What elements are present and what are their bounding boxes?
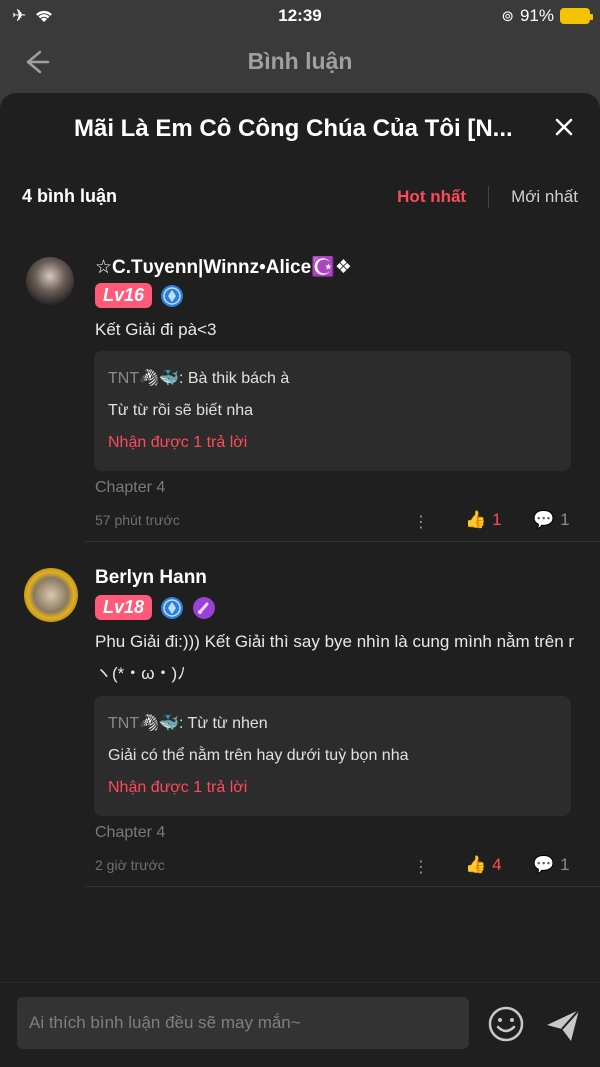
battery-percent: 91% <box>519 6 554 25</box>
reply-button[interactable]: 💬 1 <box>533 855 570 875</box>
view-replies-link[interactable]: Nhận được 1 trả lời <box>108 427 557 459</box>
reply-text: : Bà thik bách à <box>178 370 290 387</box>
comment-meta: 2 giờ trước ⋮ 👍 4 💬 1 <box>95 855 570 876</box>
badge-row: Lv18 <box>95 595 216 620</box>
page-title: Bình luận <box>247 48 353 74</box>
reply-text: : Từ từ nhen <box>178 715 268 732</box>
battery-icon <box>560 8 593 24</box>
sort-tabs: Hot nhất Mới nhất <box>397 186 578 208</box>
reply-preview[interactable]: TNT🦓🐳: Từ từ nhen Giải có thể nằm trên h… <box>94 696 571 816</box>
comments-sheet: Mãi Là Em Cô Công Chúa Của Tôi [N... 4 b… <box>0 93 600 1067</box>
close-icon[interactable] <box>550 113 578 141</box>
reply-preview[interactable]: TNT🦓🐳: Bà thik bách à Từ từ rồi sẽ biết … <box>94 351 571 471</box>
sort-new-tab[interactable]: Mới nhất <box>511 187 578 207</box>
chapter-label: Chapter 4 <box>95 824 166 841</box>
avatar[interactable] <box>24 568 78 622</box>
diamond-badge-icon <box>161 596 184 619</box>
level-badge: Lv16 <box>95 283 153 308</box>
avatar[interactable] <box>26 257 74 305</box>
thumbs-up-icon: 👍 <box>465 510 487 529</box>
comment-input-bar: Ai thích bình luận đều sẽ may mắn~ <box>0 982 600 1067</box>
comment-text: Phu Giải đi:))) Kết Giải thì say bye nhì… <box>95 632 575 683</box>
reply-count: 1 <box>560 855 570 874</box>
like-count: 1 <box>492 510 502 529</box>
level-badge: Lv18 <box>95 595 153 620</box>
emoji-icon[interactable] <box>487 1005 525 1043</box>
like-button[interactable]: 👍 4 <box>465 855 502 875</box>
send-icon[interactable] <box>543 1005 583 1045</box>
like-button[interactable]: 👍 1 <box>465 510 502 530</box>
sheet-title: Mãi Là Em Cô Công Chúa Của Tôi [N... <box>74 115 513 142</box>
reply-author: TNT🦓🐳 <box>108 370 179 387</box>
orientation-lock-icon: ⊚ <box>501 8 514 25</box>
more-options-icon[interactable]: ⋮ <box>413 857 429 877</box>
comment-author[interactable]: Berlyn Hann <box>95 567 207 589</box>
reply-text-line: Từ từ rồi sẽ biết nha <box>108 402 254 419</box>
comment-time: 57 phút trước <box>95 512 180 528</box>
nav-bar: Bình luận <box>0 32 600 90</box>
chapter-label: Chapter 4 <box>95 479 166 496</box>
comment-divider <box>85 541 600 542</box>
reply-button[interactable]: 💬 1 <box>533 510 570 530</box>
reply-count: 1 <box>560 510 570 529</box>
sort-divider <box>488 186 490 208</box>
more-options-icon[interactable]: ⋮ <box>413 512 429 532</box>
comment-count: 4 bình luận <box>22 186 118 206</box>
comment-bubble-icon: 💬 <box>533 510 555 529</box>
thumbs-up-icon: 👍 <box>465 855 487 874</box>
comment-input[interactable]: Ai thích bình luận đều sẽ may mắn~ <box>17 997 469 1049</box>
reply-author: TNT🦓🐳 <box>108 715 179 732</box>
comment-time: 2 giờ trước <box>95 857 165 873</box>
diamond-badge-icon <box>161 284 184 307</box>
status-bar: ✈ 12:39 ⊚ 91% <box>0 0 600 32</box>
sort-hot-tab[interactable]: Hot nhất <box>397 187 466 207</box>
brush-badge-icon <box>193 596 216 619</box>
comment-author[interactable]: ☆C.Tυyenn|Winnz•Alice☪️❖ <box>95 255 352 279</box>
badge-row: Lv16 <box>95 283 184 308</box>
comment-divider <box>85 886 600 887</box>
comment-bubble-icon: 💬 <box>533 855 555 874</box>
view-replies-link[interactable]: Nhận được 1 trả lời <box>108 772 557 804</box>
like-count: 4 <box>492 855 502 874</box>
reply-text-line: Giải có thể nằm trên hay dưới tuỳ bọn nh… <box>108 747 409 764</box>
comment-meta: 57 phút trước ⋮ 👍 1 💬 1 <box>95 510 570 531</box>
comment-text: Kết Giải đi pà<3 <box>95 320 217 339</box>
